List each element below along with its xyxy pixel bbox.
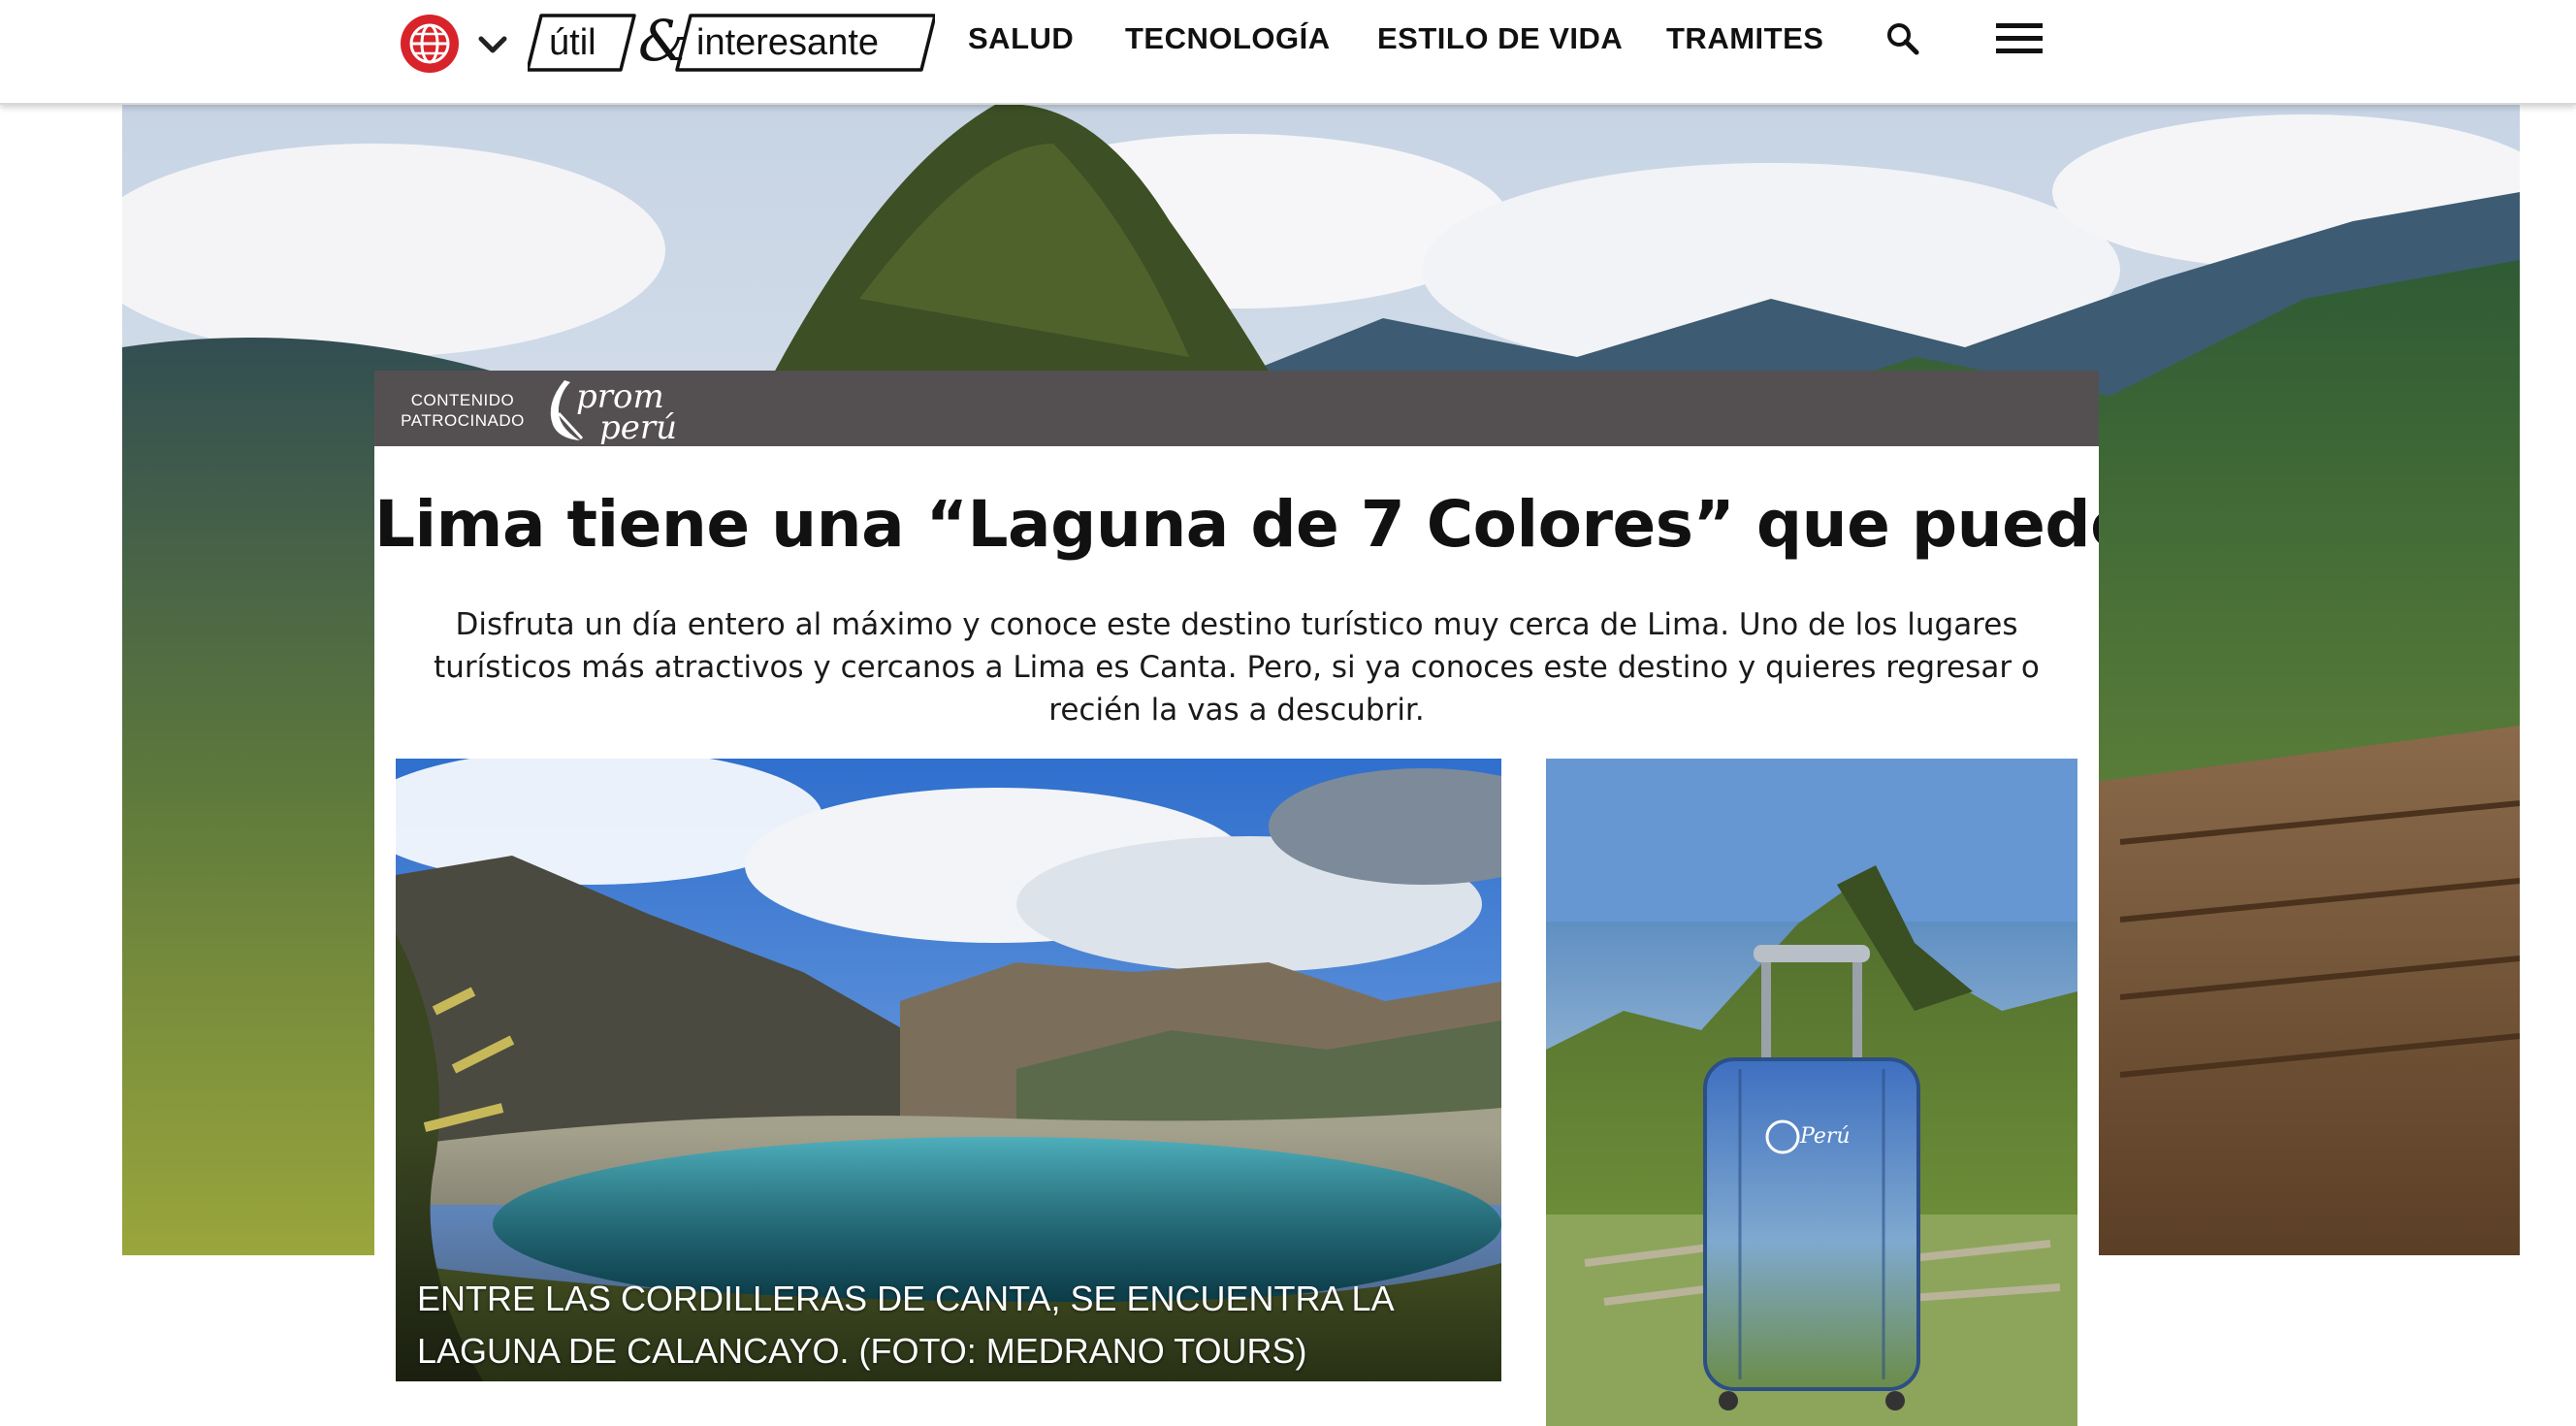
sponsored-label-line1: CONTENIDO <box>410 391 515 409</box>
site-logo[interactable]: útil & interesante <box>528 12 935 74</box>
nav-estilo-de-vida[interactable]: ESTILO DE VIDA <box>1377 21 1623 56</box>
promperu-logo[interactable]: prom perú <box>537 374 692 444</box>
article-summary: Disfruta un día entero al máximo y conoc… <box>434 607 2040 728</box>
article-headline[interactable]: Lima tiene una “Laguna de 7 Colores” que… <box>374 487 2099 562</box>
logo-text-left: útil <box>549 22 596 63</box>
menu-icon[interactable] <box>1996 21 2043 56</box>
promperu-logo-line2: perú <box>599 408 677 444</box>
nav-tramites[interactable]: TRAMITES <box>1666 21 1823 56</box>
globe-icon[interactable] <box>400 14 460 74</box>
promperu-ad-image: Perú <box>1546 759 2077 1426</box>
nav-tecnologia[interactable]: TECNOLOGÍA <box>1125 21 1331 56</box>
search-icon[interactable] <box>1885 21 1920 56</box>
article-photo[interactable]: ENTRE LAS CORDILLERAS DE CANTA, SE ENCUE… <box>396 759 1501 1381</box>
logo-text-right: interesante <box>696 22 879 63</box>
sponsored-label: CONTENIDO PATROCINADO <box>400 390 526 431</box>
luggage-brand: Perú <box>1799 1124 1851 1149</box>
photo-caption: ENTRE LAS CORDILLERAS DE CANTA, SE ENCUE… <box>417 1279 1393 1371</box>
nav-salud[interactable]: SALUD <box>968 21 1074 56</box>
promperu-ad[interactable]: Perú <box>1546 759 2077 1426</box>
site-header: útil & interesante SALUD TECNOLOGÍA ESTI… <box>0 0 2576 105</box>
sponsored-label-line2: PATROCINADO <box>401 411 525 430</box>
article-card: CONTENIDO PATROCINADO prom perú Lima tie… <box>374 371 2099 1426</box>
sponsored-content-bar: CONTENIDO PATROCINADO prom perú <box>374 371 2099 446</box>
chevron-down-icon[interactable] <box>475 27 510 62</box>
logo-ampersand: & <box>638 12 689 74</box>
